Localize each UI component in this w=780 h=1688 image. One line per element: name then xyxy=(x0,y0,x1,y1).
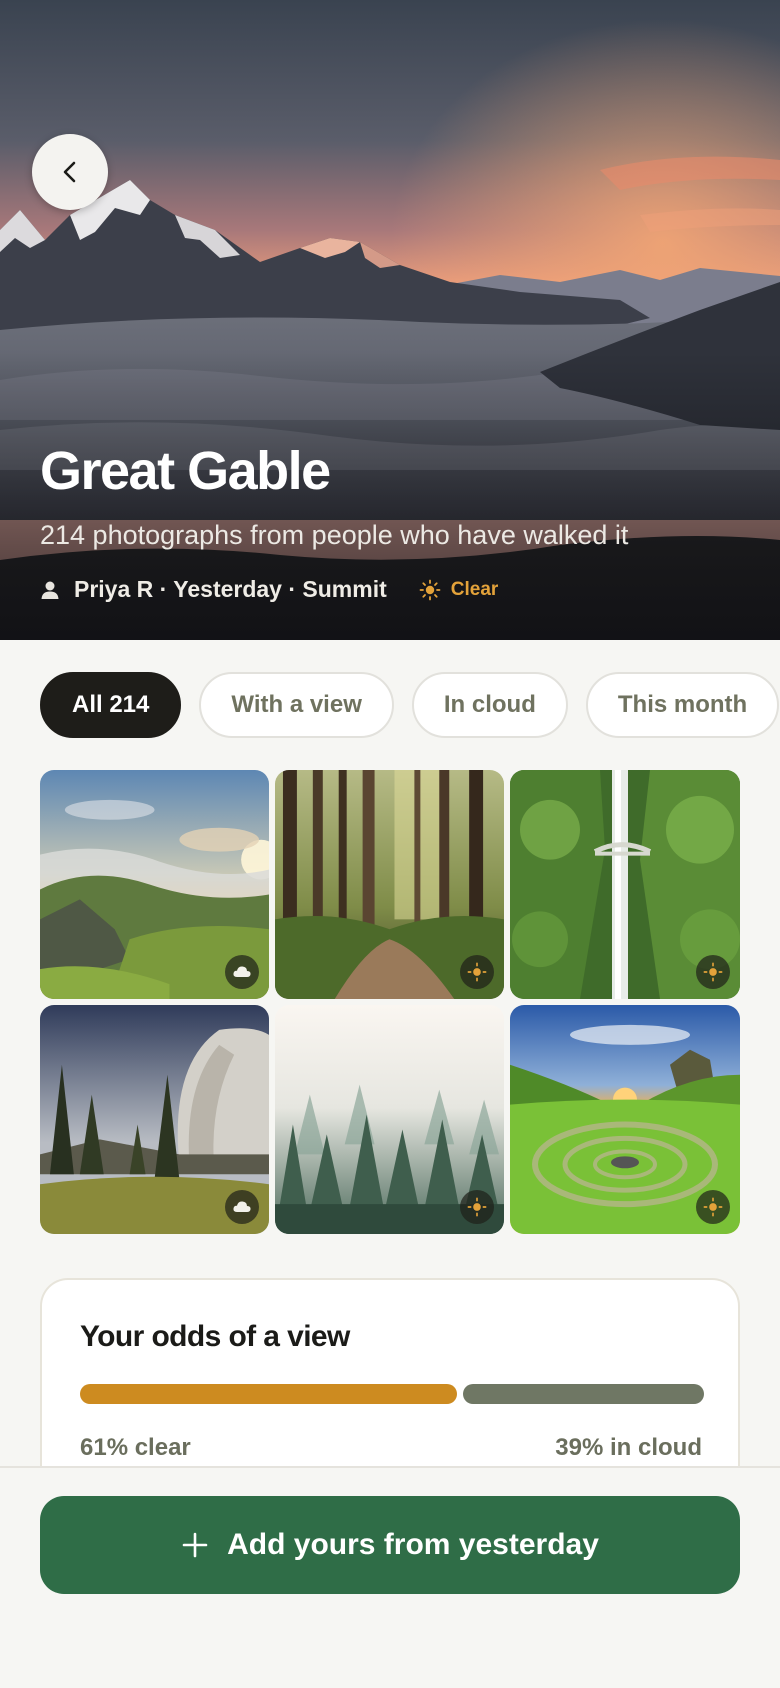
clear-condition-badge xyxy=(696,1190,730,1224)
sun-icon xyxy=(467,1197,487,1217)
bottom-action-bar: Add yours from yesterday xyxy=(0,1466,780,1688)
odds-title: Your odds of a view xyxy=(80,1320,350,1353)
filter-this-month[interactable]: This month xyxy=(585,672,780,738)
filter-with-a-view[interactable]: With a view xyxy=(199,672,394,738)
filter-all[interactable]: All 214 xyxy=(40,672,182,738)
weather-tag: Clear xyxy=(419,578,499,601)
clear-condition-badge xyxy=(696,955,730,989)
plus-icon xyxy=(181,1531,209,1559)
page-subtitle: 214 photographs from people who have wal… xyxy=(40,520,629,550)
odds-bar-cloud xyxy=(463,1384,704,1404)
add-photo-label: Add yours from yesterday xyxy=(227,1528,599,1561)
odds-bar xyxy=(80,1384,704,1404)
filter-in-cloud[interactable]: In cloud xyxy=(411,672,568,738)
sun-icon xyxy=(703,1197,723,1217)
add-photo-button[interactable]: Add yours from yesterday xyxy=(40,1496,740,1594)
photo-tile[interactable] xyxy=(275,1005,504,1234)
weather-label: Clear xyxy=(450,578,499,600)
view-odds-card: Your odds of a view 61% clear 39% in clo… xyxy=(40,1278,740,1468)
odds-clear-label: 61% clear xyxy=(80,1434,191,1461)
back-button[interactable] xyxy=(32,134,108,210)
hero-image: Great Gable 214 photographs from people … xyxy=(0,0,780,640)
photo-grid xyxy=(40,770,740,1234)
odds-bar-clear xyxy=(80,1384,457,1404)
photo-tile[interactable] xyxy=(510,1005,740,1234)
cloud-condition-badge xyxy=(225,1190,259,1224)
photo-credit: Priya R · Yesterday · Summit xyxy=(74,576,387,602)
hero-meta: Priya R · Yesterday · Summit Clear xyxy=(40,576,498,603)
cloud-condition-badge xyxy=(225,955,259,989)
filter-chips: All 214 With a view In cloud This month xyxy=(40,672,780,738)
odds-cloud-label: 39% in cloud xyxy=(555,1434,702,1461)
photo-tile[interactable] xyxy=(510,770,740,999)
clear-condition-badge xyxy=(460,1190,494,1224)
photo-tile[interactable] xyxy=(275,770,504,999)
chevron-left-icon xyxy=(63,161,76,183)
sun-icon xyxy=(419,579,441,600)
photo-tile[interactable] xyxy=(40,770,269,999)
cloud-icon xyxy=(233,966,251,977)
person-icon xyxy=(41,581,59,599)
cloud-icon xyxy=(233,1201,251,1212)
clear-condition-badge xyxy=(460,955,494,989)
photo-tile[interactable] xyxy=(40,1005,269,1234)
sun-icon xyxy=(467,962,487,982)
page-title: Great Gable xyxy=(40,441,331,501)
sun-icon xyxy=(703,962,723,982)
